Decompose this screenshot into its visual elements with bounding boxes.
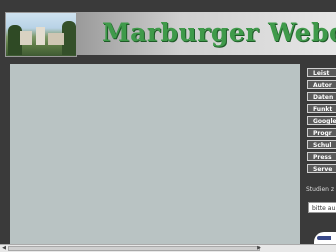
horizontal-scrollbar[interactable]: ◀ ▶ [0, 244, 336, 252]
nav-item-press[interactable]: Press [307, 152, 336, 161]
sidebar-nav: Leist Autor Daten Funkt Google Progr Sch… [304, 64, 336, 252]
nav-item-autor[interactable]: Autor [307, 80, 336, 89]
scroll-right-icon[interactable]: ▶ [256, 246, 262, 251]
site-title: Marburger Webd [102, 18, 336, 47]
page-header: Marburger Webd [0, 0, 336, 60]
nav-item-schul[interactable]: Schul [307, 140, 336, 149]
scroll-left-icon[interactable]: ◀ [1, 246, 7, 251]
nav-item-serve[interactable]: Serve [307, 164, 336, 173]
title-banner: Marburger Webd [76, 12, 336, 55]
studies-select[interactable]: bitte au [308, 202, 336, 213]
main-content-panel [10, 64, 300, 248]
logo-icon [314, 232, 336, 244]
nav-item-progr[interactable]: Progr [307, 128, 336, 137]
nav-item-google[interactable]: Google [307, 116, 336, 125]
nav-item-funkt[interactable]: Funkt [307, 104, 336, 113]
nav-item-leist[interactable]: Leist [307, 68, 336, 77]
studies-label: Studien z [306, 186, 334, 193]
scrollbar-thumb[interactable] [8, 246, 260, 251]
nav-item-daten[interactable]: Daten [307, 92, 336, 101]
header-photo [5, 12, 77, 57]
